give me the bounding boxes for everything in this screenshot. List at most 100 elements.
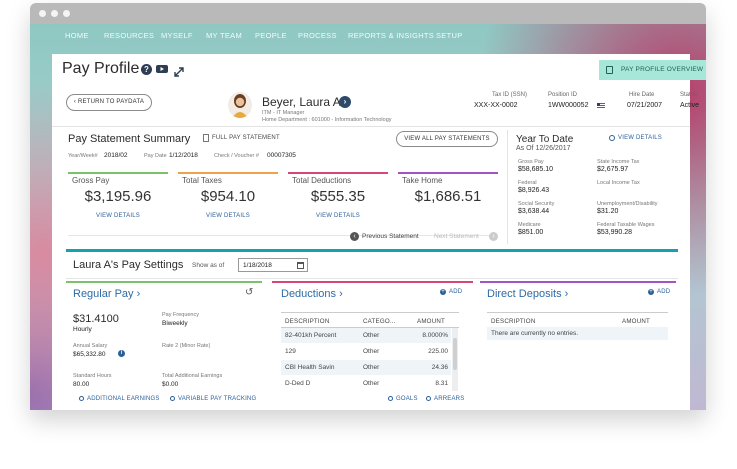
variable-pay-tracking-link[interactable]: VARIABLE PAY TRACKING (178, 396, 256, 402)
pay-settings-accent-bar (66, 249, 678, 252)
ytd-item-label: Local Income Tax (597, 180, 640, 186)
nav-myself[interactable]: MYSELF (161, 31, 193, 40)
card-label: Gross Pay (72, 176, 110, 185)
tax-id-value: XXX-XX-0002 (474, 102, 518, 109)
check-voucher-value: 00007305 (267, 152, 296, 159)
ytd-item-label: Federal (518, 180, 537, 186)
card-view-details-link[interactable]: VIEW DETAILS (178, 213, 278, 219)
rate-2-label: Rate 2 (Minor Rate) (162, 343, 211, 349)
deposits-header-amount: AMOUNT (622, 318, 651, 325)
screenshot-stage: HOME RESOURCES MYSELF MY TEAM PEOPLE PRO… (0, 0, 737, 469)
previous-statement-link[interactable]: Previous Statement (362, 233, 419, 240)
additional-earnings-icon (79, 396, 84, 401)
return-to-paydata-button[interactable]: ‹ RETURN TO PAYDATA (66, 94, 152, 111)
video-icon[interactable] (156, 65, 168, 73)
table-cell: 82-401kh Percent (285, 332, 337, 339)
eye-icon (609, 135, 615, 141)
nav-reports-insights[interactable]: REPORTS & INSIGHTS (348, 31, 434, 40)
card-accent-bar (178, 172, 278, 174)
help-icon[interactable]: ? (141, 64, 152, 75)
deductions-header-amount: AMOUNT (417, 318, 446, 325)
nav-people[interactable]: PEOPLE (255, 31, 287, 40)
year-week-value: 2018/02 (104, 152, 128, 159)
ytd-item-label: Medicare (518, 222, 541, 228)
arrears-link[interactable]: ARREARS (434, 396, 464, 402)
nav-home[interactable]: HOME (65, 31, 89, 40)
year-week-label: Year/Week# (68, 153, 98, 159)
window-dot-close[interactable] (39, 10, 46, 17)
employee-department: Home Department : 601000 - Information T… (262, 117, 392, 123)
regular-pay-title[interactable]: Regular Pay › (73, 288, 140, 300)
table-cell: CBI Health Savin (285, 364, 335, 371)
hire-date-value: 07/21/2007 (627, 102, 663, 109)
ytd-view-details-link[interactable]: VIEW DETAILS (618, 135, 662, 141)
pay-date-value: 1/12/2018 (169, 152, 198, 159)
expand-icon[interactable] (174, 64, 184, 77)
card-amount: $1,686.51 (414, 188, 482, 205)
ytd-item-label: Unemployment/Disability (597, 201, 658, 207)
table-cell: Other (363, 364, 380, 371)
additional-earnings-link[interactable]: ADDITIONAL EARNINGS (87, 396, 160, 402)
nav-my-team[interactable]: MY TEAM (206, 31, 242, 40)
window-dot-minimize[interactable] (51, 10, 58, 17)
card-amount: $3,195.96 (84, 188, 152, 205)
card-view-details-link[interactable]: VIEW DETAILS (288, 213, 388, 219)
ytd-item-value: $3,638.44 (518, 208, 550, 215)
person-photo-icon (232, 94, 248, 118)
toast-label: PAY PROFILE OVERVIEW (621, 66, 704, 73)
ytd-item-label: Social Security (518, 201, 555, 207)
chevron-right-icon[interactable]: › (339, 96, 351, 108)
hire-date-label: Hire Date (629, 92, 655, 98)
settings-divider (66, 278, 678, 279)
ytd-item-value: $58,685.10 (518, 166, 554, 173)
additional-earnings-value: $0.00 (162, 381, 179, 388)
nav-setup[interactable]: SETUP (436, 31, 463, 40)
add-deposit-link[interactable]: ADD (657, 289, 670, 295)
ytd-item-label: Gross Pay (518, 159, 544, 165)
history-icon[interactable]: ↺ (245, 287, 253, 298)
pay-profile-overview-toast[interactable]: PAY PROFILE OVERVIEW × (599, 60, 706, 80)
window-dot-maximize[interactable] (63, 10, 70, 17)
summary-divider (68, 235, 496, 236)
annual-salary-value: $65,332.80 (73, 351, 106, 358)
table-cell: 8.0000% (422, 332, 448, 339)
nav-resources[interactable]: RESOURCES (104, 31, 154, 40)
add-deduction-link[interactable]: ADD (449, 289, 462, 295)
direct-deposits-title[interactable]: Direct Deposits › (487, 288, 568, 300)
as-of-date-value: 1/18/2018 (243, 262, 272, 269)
info-icon[interactable]: i (118, 350, 125, 357)
table-cell: 24.36 (431, 364, 448, 371)
ytd-item-value: $31.20 (597, 208, 619, 215)
next-arrow-icon: › (489, 232, 498, 241)
position-id-label: Position ID (548, 92, 578, 98)
additional-earnings-label: Total Additional Earnings (162, 373, 223, 379)
status-value: Active (680, 102, 700, 109)
deductions-title[interactable]: Deductions › (281, 288, 343, 300)
view-all-pay-statements-button[interactable]: VIEW ALL PAY STATEMENTS (396, 131, 498, 147)
card-accent-bar (68, 172, 168, 174)
ytd-divider (507, 130, 508, 244)
goals-link[interactable]: GOALS (396, 396, 418, 402)
table-cell: D-Ded D (285, 380, 311, 387)
nav-process[interactable]: PROCESS (298, 31, 337, 40)
employee-name: Beyer, Laura A (262, 95, 341, 109)
goals-icon (388, 396, 393, 401)
card-label: Take Home (402, 176, 443, 185)
table-cell: 8.31 (435, 380, 448, 387)
deductions-header-category: CATEGO... (363, 318, 396, 325)
card-amount: $954.10 (200, 188, 256, 205)
deposits-header-description: DESCRIPTION (491, 318, 536, 325)
avatar (228, 92, 252, 118)
position-id-value: 1WW000052 (548, 102, 589, 109)
calendar-icon[interactable] (297, 262, 304, 269)
full-pay-statement-link[interactable]: FULL PAY STATEMENT (212, 135, 280, 141)
add-deduction-icon[interactable]: + (440, 289, 446, 295)
pay-statement-title: Pay Statement Summary (68, 133, 191, 145)
add-deposit-icon[interactable]: + (648, 289, 654, 295)
as-of-date-input[interactable]: 1/18/2018 (238, 258, 308, 272)
ytd-title: Year To Date (516, 134, 574, 145)
card-view-details-link[interactable]: VIEW DETAILS (68, 213, 168, 219)
deductions-scroll-thumb[interactable] (453, 338, 457, 370)
previous-arrow-icon[interactable]: ‹ (350, 232, 359, 241)
tax-id-label: Tax ID (SSN) (492, 92, 528, 98)
